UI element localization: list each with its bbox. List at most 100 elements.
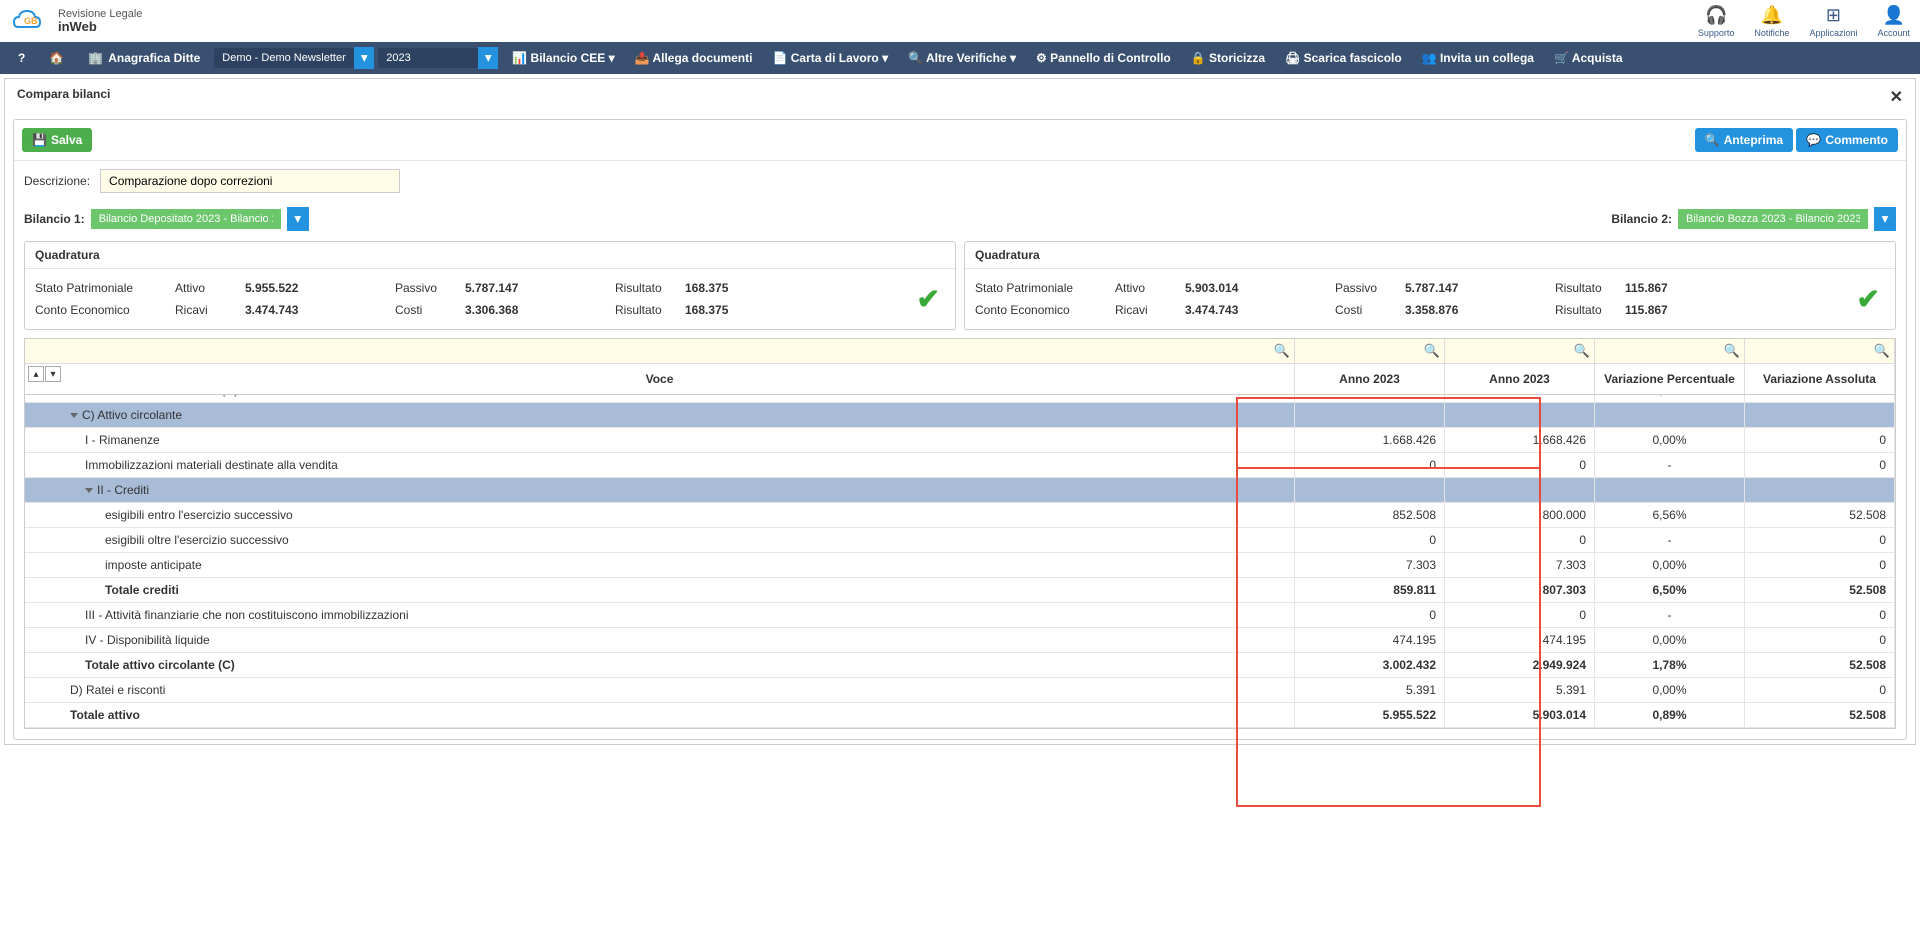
row-value: 0 bbox=[1745, 395, 1895, 402]
nav-bilancio-cee[interactable]: 📊 Bilancio CEE ▾ bbox=[502, 47, 624, 69]
ce-label: Conto Economico bbox=[35, 303, 165, 317]
table-row[interactable]: esigibili oltre l'esercizio successivo00… bbox=[25, 528, 1895, 553]
chevron-down-icon[interactable] bbox=[85, 488, 93, 493]
nav-invita-un-collega[interactable]: 👥 Invita un collega bbox=[1412, 47, 1544, 69]
headphones-icon[interactable]: 🎧Supporto bbox=[1698, 5, 1735, 38]
row-value: 0 bbox=[1745, 428, 1895, 452]
nav-altre-verifiche[interactable]: 🔍 Altre Verifiche ▾ bbox=[898, 47, 1026, 69]
row-value: 0,00% bbox=[1595, 678, 1745, 702]
table-header: Voce Anno 2023 Anno 2023 Variazione Perc… bbox=[25, 363, 1895, 395]
row-value: 0 bbox=[1295, 528, 1445, 552]
grid-icon-glyph: ⊞ bbox=[1826, 5, 1841, 26]
table-row[interactable]: Totale attivo5.955.5225.903.0140,89%52.5… bbox=[25, 703, 1895, 728]
row-value: 0,00% bbox=[1595, 395, 1745, 402]
grid-icon-label: Applicazioni bbox=[1809, 28, 1857, 38]
header-icons: 🎧Supporto 🔔Notifiche ⊞ Applicazioni 👤Account bbox=[1698, 5, 1910, 38]
comment-button[interactable]: 💬 Commento bbox=[1796, 128, 1898, 152]
row-value: 0 bbox=[1745, 453, 1895, 477]
row-value: 800.000 bbox=[1445, 503, 1595, 527]
row-value: 0,89% bbox=[1595, 703, 1745, 727]
nav-allega-documenti[interactable]: 📤 Allega documenti bbox=[625, 47, 763, 69]
table-row[interactable]: Totale attivo circolante (C)3.002.4322.9… bbox=[25, 653, 1895, 678]
row-value: 0 bbox=[1745, 628, 1895, 652]
row-value bbox=[1595, 478, 1745, 502]
table-row[interactable]: IV - Disponibilità liquide474.195474.195… bbox=[25, 628, 1895, 653]
row-value: 1.668.426 bbox=[1295, 428, 1445, 452]
nav-acquista[interactable]: 🛒 Acquista bbox=[1544, 47, 1633, 69]
row-value: 5.955.522 bbox=[1295, 703, 1445, 727]
search-col4[interactable]: 🔍 bbox=[1745, 339, 1895, 363]
nav-storicizza[interactable]: 🔒 Storicizza bbox=[1181, 47, 1275, 69]
save-button[interactable]: 💾 Salva bbox=[22, 128, 92, 152]
row-value: 0 bbox=[1295, 453, 1445, 477]
description-label: Descrizione: bbox=[24, 174, 90, 188]
ricavi-value-r: 3.474.743 bbox=[1185, 303, 1325, 317]
header-anno2[interactable]: Anno 2023 bbox=[1445, 364, 1595, 394]
user-icon[interactable]: 👤Account bbox=[1877, 5, 1910, 38]
row-value: - bbox=[1595, 603, 1745, 627]
close-icon[interactable]: ✕ bbox=[1890, 87, 1903, 107]
nav-anagrafica-label: Anagrafica Ditte bbox=[108, 51, 200, 65]
table-row[interactable]: I - Rimanenze1.668.4261.668.4260,00%0 bbox=[25, 428, 1895, 453]
row-value: 0 bbox=[1745, 603, 1895, 627]
ricavi-value: 3.474.743 bbox=[245, 303, 385, 317]
table-row[interactable]: imposte anticipate7.3037.3030,00%0 bbox=[25, 553, 1895, 578]
company-select[interactable] bbox=[214, 48, 354, 68]
description-input[interactable] bbox=[100, 169, 400, 193]
nav-carta-di-lavoro[interactable]: 📄 Carta di Lavoro ▾ bbox=[762, 47, 898, 69]
table-row[interactable]: II - Crediti bbox=[25, 478, 1895, 503]
bell-icon[interactable]: 🔔Notifiche bbox=[1754, 5, 1789, 38]
row-value: 0,00% bbox=[1595, 628, 1745, 652]
preview-button[interactable]: 🔍 Anteprima bbox=[1695, 128, 1793, 152]
table-row[interactable]: Totale crediti859.811807.3036,50%52.508 bbox=[25, 578, 1895, 603]
row-value bbox=[1295, 478, 1445, 502]
bilancio-row: Bilancio 1: ▾ Bilancio 2: ▾ bbox=[14, 201, 1906, 241]
row-value: 859.811 bbox=[1295, 578, 1445, 602]
table-row[interactable]: esigibili entro l'esercizio successivo85… bbox=[25, 503, 1895, 528]
bilancio1-dropdown-icon[interactable]: ▾ bbox=[287, 207, 309, 231]
bilancio1-select[interactable] bbox=[91, 209, 281, 229]
search-col2[interactable]: 🔍 bbox=[1445, 339, 1595, 363]
nav-anagrafica[interactable]: 🏢 Anagrafica Ditte bbox=[78, 47, 210, 69]
year-dropdown-icon[interactable]: ▾ bbox=[478, 47, 498, 69]
risultato-value-r: 115.867 bbox=[1625, 281, 1685, 295]
company-dropdown-icon[interactable]: ▾ bbox=[354, 47, 374, 69]
row-value: 7.303 bbox=[1445, 553, 1595, 577]
ricavi-label-r: Ricavi bbox=[1115, 303, 1175, 317]
table-row[interactable]: C) Attivo circolante bbox=[25, 403, 1895, 428]
row-value bbox=[1595, 403, 1745, 427]
search-voce[interactable]: 🔍 bbox=[25, 339, 1295, 363]
row-value: 0 bbox=[1295, 603, 1445, 627]
search-col3[interactable]: 🔍 bbox=[1595, 339, 1745, 363]
row-label: IV - Disponibilità liquide bbox=[25, 628, 1295, 652]
table-row[interactable]: Immobilizzazioni materiali destinate all… bbox=[25, 453, 1895, 478]
home-icon[interactable]: 🏠 bbox=[39, 47, 74, 69]
table-row[interactable]: D) Ratei e risconti5.3915.3910,00%0 bbox=[25, 678, 1895, 703]
quad-title-right: Quadratura bbox=[965, 242, 1895, 269]
row-value: 2.947.699 bbox=[1295, 395, 1445, 402]
header-voce[interactable]: Voce bbox=[25, 364, 1295, 394]
bilancio2-select[interactable] bbox=[1678, 209, 1868, 229]
collapse-all-icon[interactable]: ▾ bbox=[45, 366, 61, 382]
check-icon-r: ✔ bbox=[1857, 283, 1880, 316]
expand-all-icon[interactable]: ▴ bbox=[28, 366, 44, 382]
table-row[interactable]: Totale immobilizzazioni (B)2.947.6992.94… bbox=[25, 395, 1895, 403]
costi-label-r: Costi bbox=[1335, 303, 1395, 317]
chevron-down-icon[interactable] bbox=[70, 413, 78, 418]
bilancio2-dropdown-icon[interactable]: ▾ bbox=[1874, 207, 1896, 231]
search-col1[interactable]: 🔍 bbox=[1295, 339, 1445, 363]
nav-scarica-fascicolo[interactable]: 🖨 Scarica fascicolo bbox=[1275, 47, 1412, 69]
inner-panel: 💾 Salva 🔍 Anteprima 💬 Commento Descrizio… bbox=[13, 119, 1907, 740]
grid-icon[interactable]: ⊞ Applicazioni bbox=[1809, 5, 1857, 38]
table-row[interactable]: III - Attività finanziarie che non costi… bbox=[25, 603, 1895, 628]
row-value: 1,78% bbox=[1595, 653, 1745, 677]
year-select[interactable] bbox=[378, 48, 478, 68]
row-label: Totale immobilizzazioni (B) bbox=[25, 395, 1295, 402]
help-icon[interactable]: ? bbox=[8, 47, 35, 69]
risultato2-label-r: Risultato bbox=[1555, 303, 1615, 317]
header-var-abs[interactable]: Variazione Assoluta bbox=[1745, 364, 1895, 394]
header-var-pct[interactable]: Variazione Percentuale bbox=[1595, 364, 1745, 394]
header-anno1[interactable]: Anno 2023 bbox=[1295, 364, 1445, 394]
nav-pannello-di-controllo[interactable]: ⚙ Pannello di Controllo bbox=[1026, 47, 1181, 69]
svg-text:GB: GB bbox=[24, 16, 38, 26]
